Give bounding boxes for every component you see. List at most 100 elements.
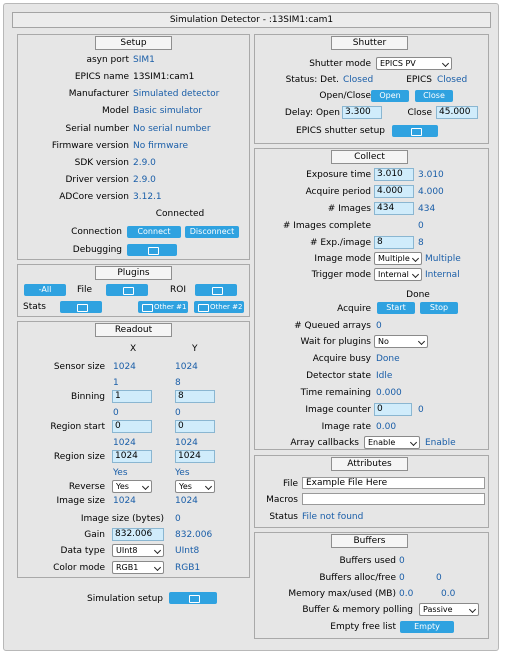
binning-x-readback: 1: [113, 378, 119, 388]
readout-col-y: Y: [192, 344, 198, 354]
exp-per-image-readback: 8: [418, 238, 424, 248]
image-size-bytes-label: Image size (bytes): [80, 514, 164, 524]
binning-y-input[interactable]: 8: [175, 390, 215, 403]
disconnect-button[interactable]: Disconnect: [185, 226, 239, 238]
all-plugins-button[interactable]: -All: [24, 284, 66, 296]
time-remaining-label: Time remaining: [300, 388, 371, 398]
wait-for-plugins-select[interactable]: No: [374, 335, 428, 348]
sdk-version-label: SDK version: [74, 158, 129, 168]
sdk-version-value: 2.9.0: [133, 158, 156, 168]
firmware-version-value: No firmware: [133, 141, 188, 151]
exposure-time-input[interactable]: 3.010: [374, 168, 414, 181]
debugging-button[interactable]: [127, 244, 177, 256]
buffers-title: Buffers: [331, 534, 408, 548]
stop-button[interactable]: Stop: [420, 302, 458, 314]
memory-label: Memory max/used (MB): [288, 589, 396, 599]
connection-label: Connection: [71, 227, 122, 237]
delay-open-input[interactable]: 3.300: [342, 106, 382, 119]
delay-open-label: Delay: Open: [284, 108, 340, 118]
data-type-select[interactable]: UInt8: [112, 544, 164, 557]
driver-version-value: 2.9.0: [133, 175, 156, 185]
image-counter-label: Image counter: [305, 405, 371, 415]
attributes-status-label: Status: [269, 512, 298, 522]
roi-plugin-button[interactable]: [195, 284, 237, 296]
region-start-y-input[interactable]: 0: [175, 420, 215, 433]
num-images-input[interactable]: 434: [374, 202, 414, 215]
adcore-version-value: 3.12.1: [133, 192, 162, 202]
array-callbacks-label: Array callbacks: [290, 438, 359, 448]
region-size-x-input[interactable]: 1024: [112, 450, 152, 463]
binning-x-input[interactable]: 1: [112, 390, 152, 403]
connection-status: Connected: [155, 209, 205, 219]
serial-number-label: Serial number: [65, 124, 129, 134]
array-callbacks-select[interactable]: Enable: [364, 436, 420, 449]
serial-number-value: No serial number: [133, 124, 211, 134]
sensor-size-x: 1024: [113, 362, 136, 372]
region-size-y-input[interactable]: 1024: [175, 450, 215, 463]
collect-panel: [254, 148, 489, 450]
plugins-title: Plugins: [95, 266, 172, 280]
region-start-x-readback: 0: [113, 408, 119, 418]
shutter-close-button[interactable]: Close: [415, 90, 453, 102]
polling-select[interactable]: Passive: [419, 603, 479, 616]
image-size-bytes-value: 0: [175, 514, 181, 524]
asyn-port-label: asyn port: [86, 55, 129, 65]
detector-state-value: Idle: [376, 371, 393, 381]
driver-version-label: Driver version: [65, 175, 129, 185]
adcore-version-label: ADCore version: [59, 192, 129, 202]
image-mode-select[interactable]: Multiple: [374, 252, 422, 265]
acquire-label: Acquire: [337, 304, 371, 314]
simulation-setup-label: Simulation setup: [87, 594, 163, 604]
attributes-macros-input[interactable]: [302, 493, 485, 505]
simulation-setup-button[interactable]: [169, 592, 217, 604]
region-start-y-readback: 0: [175, 408, 181, 418]
memory-used-value: 0.0: [441, 589, 456, 599]
window-title: Simulation Detector - :13SIM1:cam1: [12, 12, 491, 28]
reverse-label: Reverse: [68, 482, 105, 492]
firmware-version-label: Firmware version: [51, 141, 129, 151]
region-size-x-readback: 1024: [113, 438, 136, 448]
color-mode-label: Color mode: [53, 563, 105, 573]
manufacturer-label: Manufacturer: [68, 89, 129, 99]
stats-plugin-label: Stats: [23, 302, 46, 312]
shutter-mode-select[interactable]: EPICS PV: [376, 57, 452, 70]
epics-shutter-setup-label: EPICS shutter setup: [295, 126, 385, 136]
reverse-y-select[interactable]: Yes: [175, 480, 215, 493]
stats-plugin-button[interactable]: [60, 301, 102, 313]
acquire-period-input[interactable]: 4.000: [374, 185, 414, 198]
region-size-y-readback: 1024: [175, 438, 198, 448]
shutter-status-det-label: Status: Det.: [285, 75, 339, 85]
gain-input[interactable]: 832.006: [112, 528, 164, 541]
other2-plugin-button[interactable]: Other #2: [194, 301, 244, 313]
epics-shutter-setup-button[interactable]: [392, 125, 438, 137]
file-plugin-button[interactable]: [106, 284, 148, 296]
queued-arrays-label: # Queued arrays: [294, 321, 371, 331]
shutter-open-button[interactable]: Open: [371, 90, 409, 102]
acquire-busy-label: Acquire busy: [312, 354, 371, 364]
binning-label: Binning: [70, 392, 105, 402]
buffers-alloc-label: Buffers alloc/free: [319, 573, 396, 583]
gain-readback: 832.006: [175, 530, 213, 540]
image-counter-input[interactable]: 0: [374, 403, 412, 416]
trigger-mode-select[interactable]: Internal: [374, 268, 422, 281]
manufacturer-value: Simulated detector: [133, 89, 220, 99]
time-remaining-value: 0.000: [376, 388, 402, 398]
exp-per-image-label: # Exp./image: [309, 238, 371, 248]
connect-button[interactable]: Connect: [127, 226, 181, 238]
setup-title: Setup: [95, 36, 172, 50]
color-mode-select[interactable]: RGB1: [112, 561, 164, 574]
attributes-file-input[interactable]: Example File Here: [302, 477, 485, 489]
epics-name-label: EPICS name: [74, 72, 129, 82]
region-start-x-input[interactable]: 0: [112, 420, 152, 433]
image-rate-label: Image rate: [321, 422, 371, 432]
reverse-x-select[interactable]: Yes: [112, 480, 152, 493]
other1-plugin-label: Other #1: [154, 303, 187, 311]
epics-name-value: 13SIM1:cam1: [133, 72, 195, 82]
other1-plugin-button[interactable]: Other #1: [138, 301, 188, 313]
delay-close-input[interactable]: 45.000: [436, 106, 478, 119]
empty-button[interactable]: Empty: [400, 621, 454, 633]
exp-per-image-input[interactable]: 8: [374, 236, 414, 249]
start-button[interactable]: Start: [377, 302, 415, 314]
shutter-mode-label: Shutter mode: [309, 59, 371, 69]
attributes-file-label: File: [282, 479, 298, 489]
